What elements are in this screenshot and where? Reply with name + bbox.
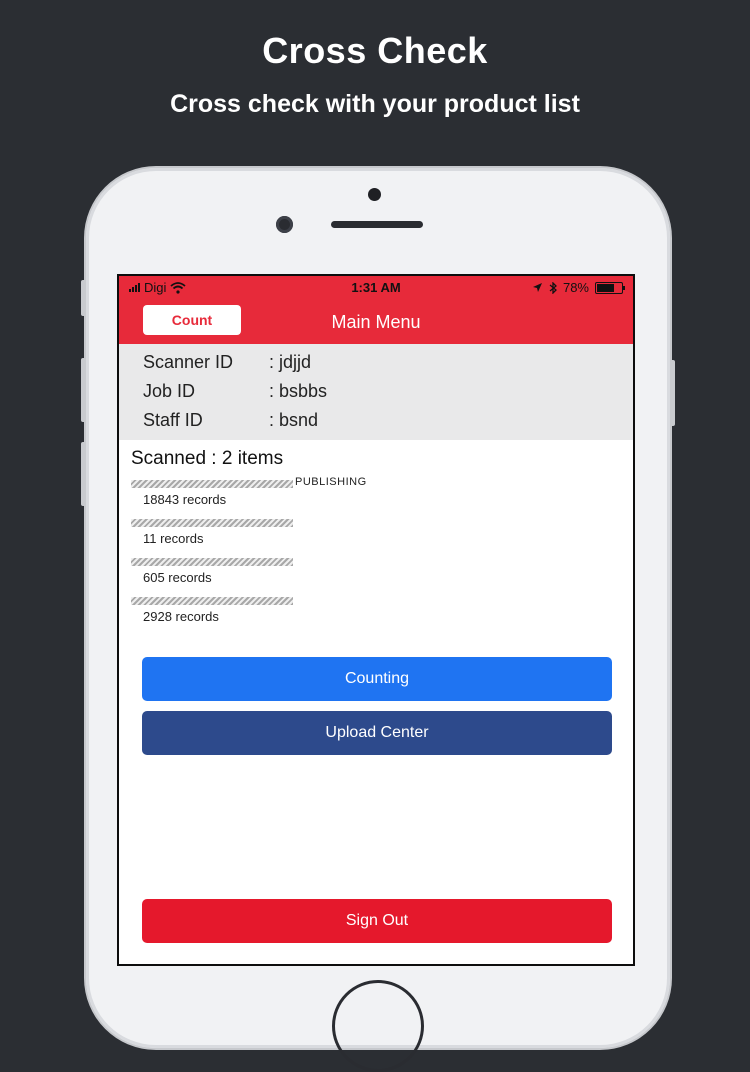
- list-item: 2928 records: [131, 597, 511, 624]
- redacted-bar: [131, 597, 293, 605]
- sign-out-button[interactable]: Sign Out: [142, 899, 612, 943]
- record-count: 18843 records: [143, 492, 227, 507]
- volume-up-button: [81, 358, 86, 422]
- power-button: [670, 360, 675, 426]
- redacted-bar: [131, 519, 293, 527]
- battery-percent: 78%: [562, 280, 589, 295]
- staff-id-row: Staff ID : bsnd: [143, 410, 318, 431]
- job-id-label: Job ID: [143, 381, 196, 401]
- top-bar: Digi 1:31 AM 78% Count Main Menu: [119, 276, 633, 344]
- record-count: 605 records: [143, 570, 212, 585]
- nav-title: Main Menu: [331, 312, 421, 332]
- scanned-count: Scanned : 2 items: [131, 448, 284, 469]
- list-item: 11 records: [131, 519, 511, 546]
- record-count: 11 records: [143, 531, 204, 546]
- list-item: PUBLISHING 18843 records: [131, 476, 511, 507]
- redacted-bar: [131, 558, 293, 566]
- bluetooth-icon: [549, 281, 557, 294]
- counting-button[interactable]: Counting: [142, 657, 612, 701]
- list-item: 605 records: [131, 558, 511, 585]
- scanner-id-row: Scanner ID : jdjjd: [143, 352, 311, 373]
- mute-switch: [81, 280, 86, 316]
- scanner-id-value: : jdjjd: [269, 352, 312, 372]
- redacted-bar: [131, 480, 293, 488]
- battery-icon: [595, 281, 625, 294]
- status-bar: Digi 1:31 AM 78%: [119, 276, 633, 300]
- scanner-id-label: Scanner ID: [143, 352, 234, 372]
- record-tag: PUBLISHING: [295, 476, 367, 488]
- status-right: 78%: [532, 280, 625, 295]
- sensor-dot: [368, 188, 381, 201]
- job-id-row: Job ID : bsbbs: [143, 381, 327, 402]
- promo-subtitle: Cross check with your product list: [170, 90, 580, 118]
- front-camera-icon: [276, 216, 293, 233]
- home-button[interactable]: [332, 980, 424, 1072]
- job-id-value: : bsbbs: [269, 381, 328, 401]
- record-count: 2928 records: [143, 609, 219, 624]
- app-screen: Digi 1:31 AM 78% Count Main Menu Scanner…: [117, 274, 635, 966]
- earpiece-speaker: [331, 221, 423, 228]
- volume-down-button: [81, 442, 86, 506]
- promo-title: Cross Check: [262, 30, 488, 71]
- location-arrow-icon: [532, 283, 542, 292]
- info-panel: Scanner ID : jdjjd Job ID : bsbbs Staff ID…: [119, 344, 633, 440]
- upload-center-button[interactable]: Upload Center: [142, 711, 612, 755]
- staff-id-label: Staff ID: [143, 410, 203, 430]
- staff-id-value: : bsnd: [269, 410, 319, 430]
